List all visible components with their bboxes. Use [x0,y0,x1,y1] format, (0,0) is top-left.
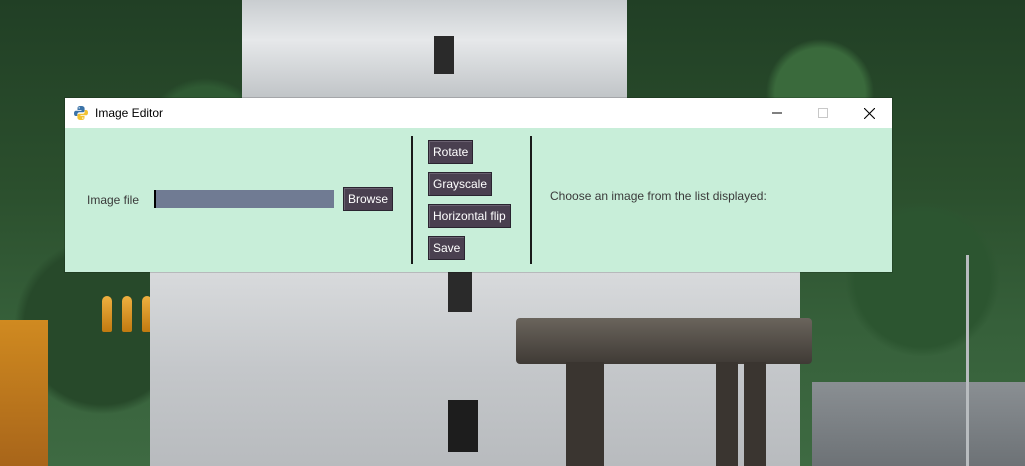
browse-button[interactable]: Browse [343,187,394,211]
maximize-button[interactable] [800,98,846,128]
grayscale-button[interactable]: Grayscale [428,172,493,196]
image-file-label: Image file [87,193,140,207]
canopy-pillar [582,362,604,466]
save-button[interactable]: Save [428,236,466,260]
horizontal-flip-button[interactable]: Horizontal flip [428,204,511,228]
title-bar[interactable]: Image Editor [65,98,892,128]
divider-right [530,136,532,264]
minimize-button[interactable] [754,98,800,128]
image-editor-window: Image Editor Image file Browse Rotate Gr… [65,98,892,272]
close-icon [863,107,875,119]
maximize-icon [818,108,828,118]
close-button[interactable] [846,98,892,128]
minimize-icon [772,112,782,114]
canopy-roof [516,318,812,364]
compound-wall [812,382,1025,466]
image-path-input[interactable] [154,190,334,208]
temple-tower [242,0,627,100]
canopy-pillar [716,362,738,466]
window-title: Image Editor [95,106,164,120]
image-list-prompt: Choose an image from the list displayed: [550,189,767,203]
window-controls [754,98,892,128]
canopy-pillar [744,362,766,466]
antenna-pole [966,255,969,466]
temple-structure [150,272,800,466]
python-icon [74,106,88,120]
rotate-button[interactable]: Rotate [428,140,474,164]
golden-shrine [0,320,48,466]
window-content: Image file Browse Rotate Grayscale Horiz… [65,128,892,272]
divider-left [411,136,413,264]
